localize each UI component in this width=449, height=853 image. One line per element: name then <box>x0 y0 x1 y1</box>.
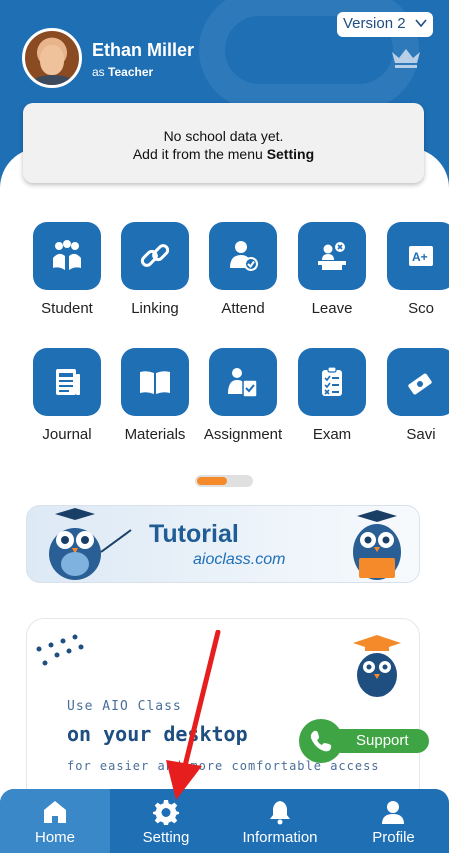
page-indicator-active <box>197 477 227 485</box>
person-icon <box>382 801 404 824</box>
svg-text:A+: A+ <box>412 250 428 264</box>
menu-tile-materials[interactable] <box>121 348 189 416</box>
menu-label-assignment: Assignment <box>203 426 283 443</box>
menu-tile-exam[interactable] <box>298 348 366 416</box>
nav-item-home[interactable]: Home <box>0 789 110 853</box>
user-role: as Teacher <box>92 65 153 79</box>
menu-label-score: Sco <box>408 300 434 317</box>
book-open-icon <box>140 371 170 394</box>
phone-icon <box>310 730 332 752</box>
nav-label-information: Information <box>242 829 318 846</box>
menu-label-materials: Materials <box>124 426 186 443</box>
tutorial-banner[interactable]: Tutorial aioclass.com <box>26 505 420 583</box>
home-icon <box>44 801 66 823</box>
menu-item-materials[interactable]: Materials <box>110 348 198 458</box>
tutorial-url: aioclass.com <box>193 551 286 568</box>
notice-line1: No school data yet. <box>163 128 284 144</box>
menu-item-savings[interactable]: Savi <box>376 348 449 458</box>
leave-desk-icon <box>318 242 346 270</box>
gear-icon <box>153 800 179 825</box>
menu-tile-student[interactable] <box>33 222 101 290</box>
menu-label-student: Student <box>41 300 93 317</box>
link-icon <box>140 244 170 267</box>
menu-row-2: Journal Materials Assignment Exam Savi <box>0 348 449 458</box>
nav-item-information[interactable]: Information <box>222 789 338 853</box>
version-select[interactable]: Version 2 <box>337 12 433 37</box>
menu-item-linking[interactable]: Linking <box>110 222 198 332</box>
menu-item-leave[interactable]: Leave <box>287 222 375 332</box>
user-name: Ethan Miller <box>92 40 195 60</box>
menu-tile-leave[interactable] <box>298 222 366 290</box>
nav-item-profile[interactable]: Profile <box>338 789 449 853</box>
nav-label-setting: Setting <box>142 829 190 846</box>
menu-row-1: Student Linking Attend Leave A+ Sco <box>0 222 449 332</box>
support-button[interactable]: Support <box>299 719 429 763</box>
menu-item-assignment[interactable]: Assignment <box>198 348 286 458</box>
avatar[interactable] <box>22 28 82 88</box>
menu-label-linking: Linking <box>131 300 179 317</box>
dots-decoration <box>36 634 84 666</box>
chevron-down-icon <box>415 19 427 28</box>
exam-checklist-icon <box>322 366 342 396</box>
assignment-icon <box>228 368 258 398</box>
menu-label-exam: Exam <box>312 426 352 443</box>
menu-item-score[interactable]: A+ Sco <box>376 222 449 332</box>
menu-tile-journal[interactable] <box>33 348 101 416</box>
menu-label-savings: Savi <box>406 426 436 443</box>
role-value: Teacher <box>108 65 154 79</box>
menu-tile-linking[interactable] <box>121 222 189 290</box>
notice-line2-prefix: Add it from the menu <box>132 146 263 162</box>
avatar-face <box>40 45 64 75</box>
version-label: Version 2 <box>343 15 406 32</box>
menu-label-attend: Attend <box>221 300 265 317</box>
notice-line2: Add it from the menu Setting <box>23 145 424 163</box>
menu-item-attend[interactable]: Attend <box>198 222 286 332</box>
menu-item-student[interactable]: Student <box>22 222 110 332</box>
score-icon: A+ <box>409 246 433 266</box>
menu-tile-attend[interactable] <box>209 222 277 290</box>
menu-label-leave: Leave <box>311 300 353 317</box>
menu-tile-score[interactable]: A+ <box>387 222 449 290</box>
menu-tile-assignment[interactable] <box>209 348 277 416</box>
owl-graduate-icon <box>353 635 401 697</box>
owl-teacher-icon <box>49 508 132 580</box>
support-label: Support <box>329 729 429 753</box>
page-indicator <box>195 475 253 487</box>
savings-icon <box>408 373 432 395</box>
menu-item-exam[interactable]: Exam <box>287 348 375 458</box>
tutorial-title: Tutorial <box>149 520 239 548</box>
user-check-icon <box>230 241 258 271</box>
crown-icon[interactable] <box>390 46 422 70</box>
menu-tile-savings[interactable] <box>387 348 449 416</box>
role-prefix: as <box>92 65 105 79</box>
menu-label-journal: Journal <box>42 426 92 443</box>
support-circle[interactable] <box>299 719 343 763</box>
nav-label-home: Home <box>34 829 75 846</box>
nav-label-profile: Profile <box>372 829 415 846</box>
journal-icon <box>56 369 80 395</box>
menu-item-journal[interactable]: Journal <box>22 348 110 458</box>
owl-reading-icon <box>353 510 401 580</box>
red-arrow-annotation <box>166 630 221 800</box>
notice-card: No school data yet. Add it from the menu… <box>23 103 424 183</box>
notice-setting-emphasis: Setting <box>266 146 315 162</box>
students-reading-icon <box>53 240 81 270</box>
bell-icon <box>270 801 290 825</box>
